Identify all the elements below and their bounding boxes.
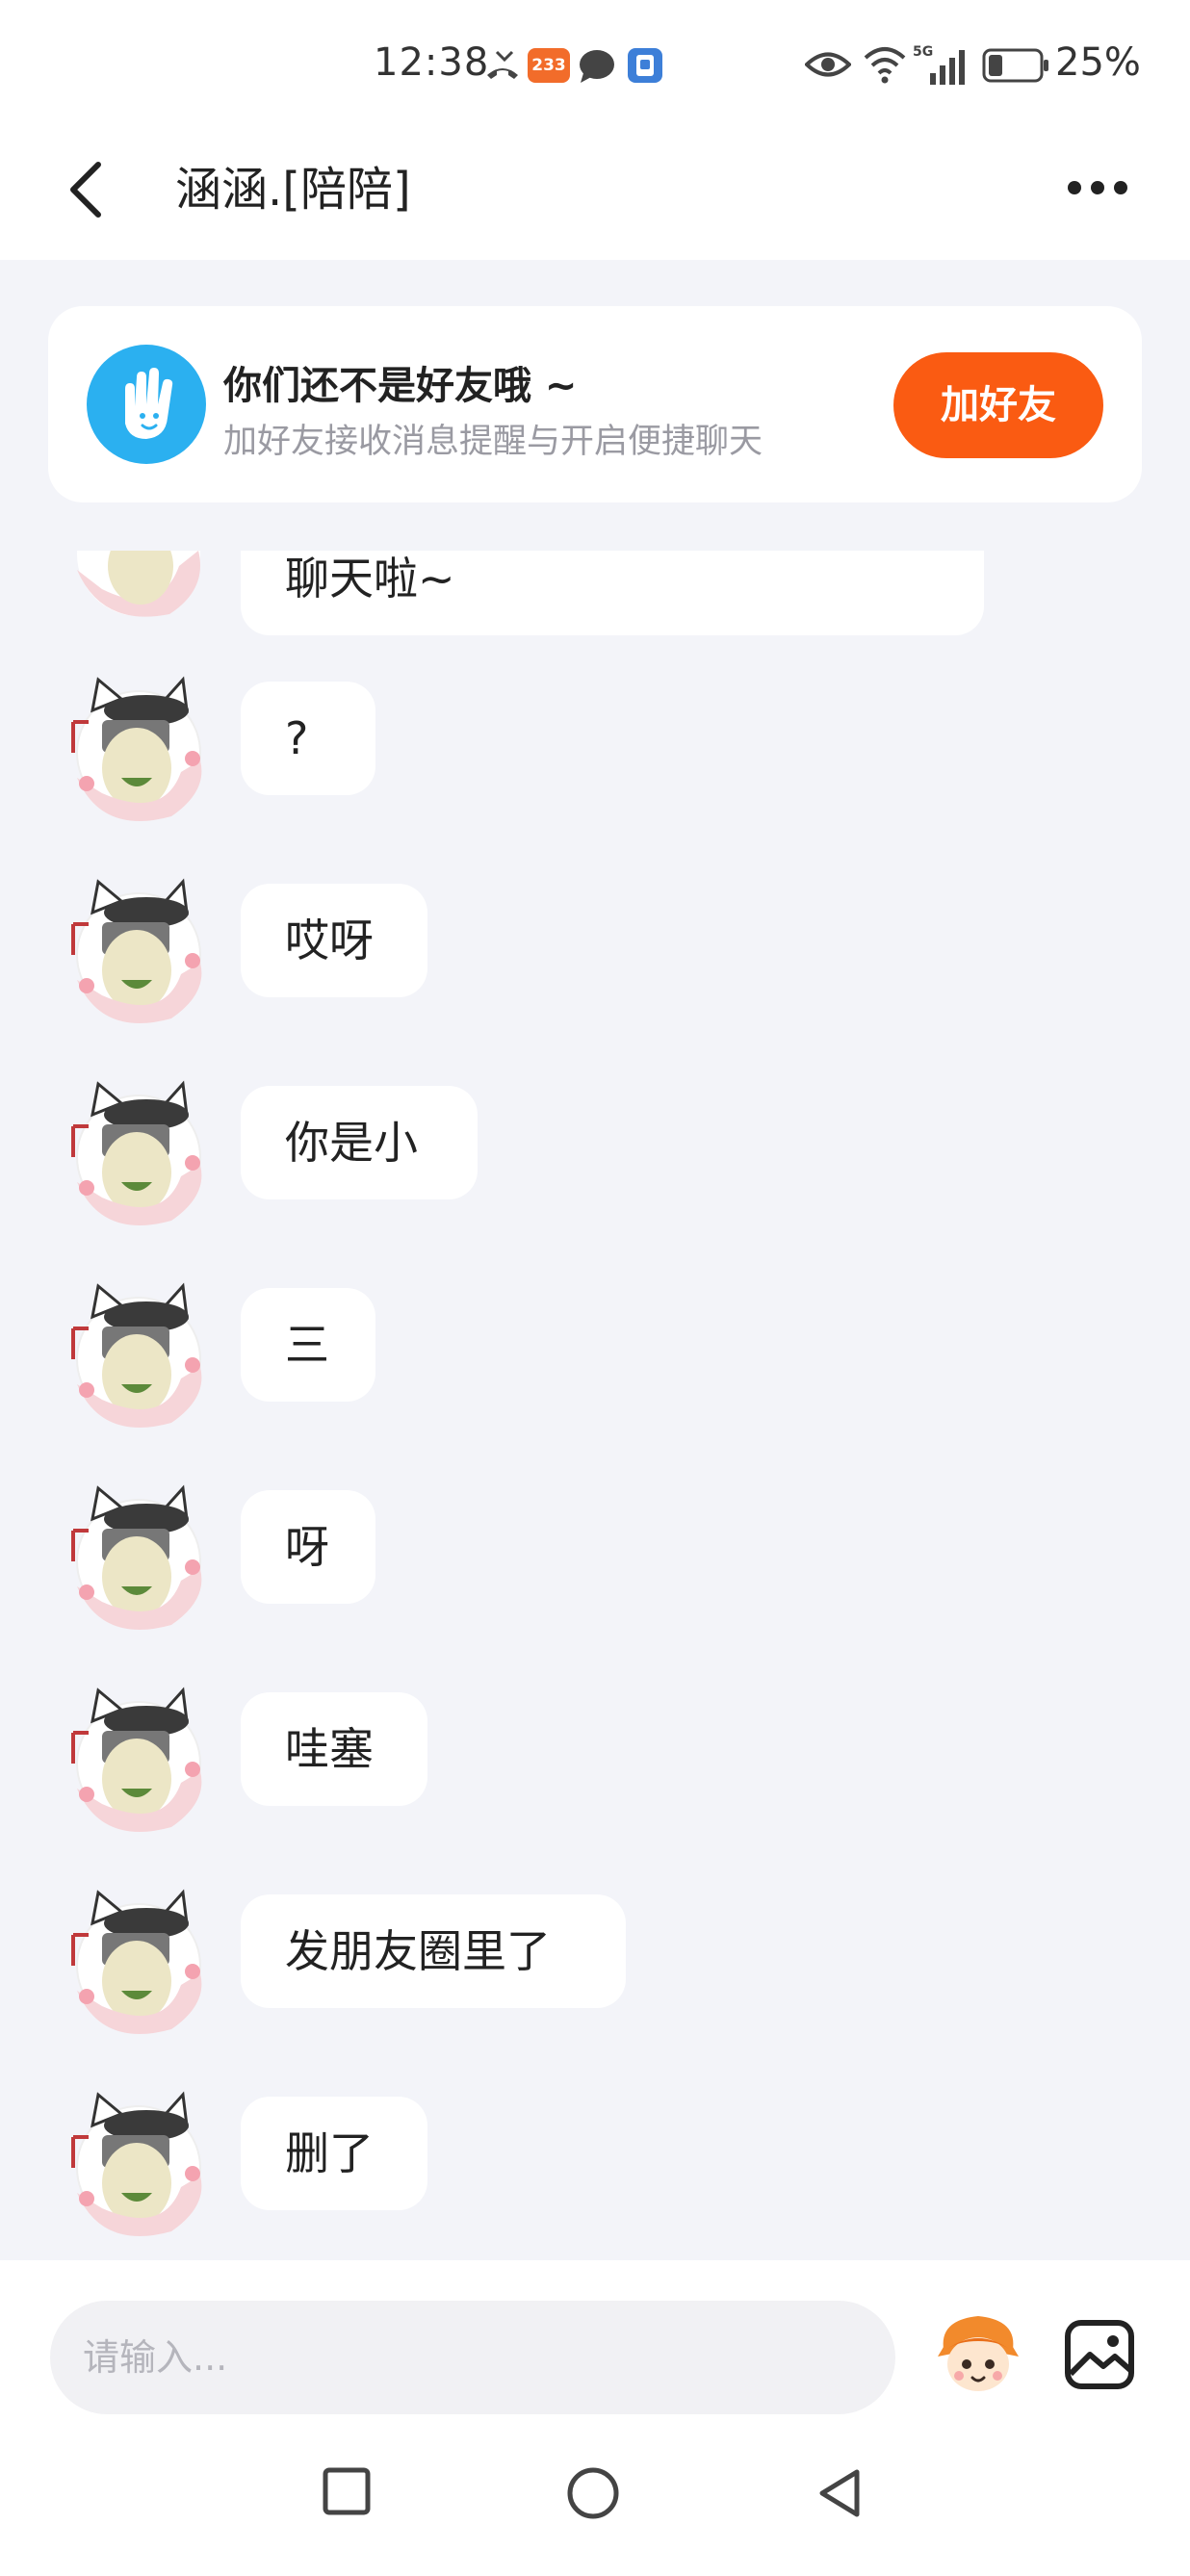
back-triangle-icon[interactable] bbox=[815, 2466, 865, 2520]
status-time: 12:38 bbox=[374, 40, 490, 85]
battery-percentage: 25% bbox=[1055, 40, 1141, 85]
message-bubble[interactable]: 删了 bbox=[241, 2097, 427, 2210]
more-dots-icon[interactable] bbox=[1059, 161, 1136, 215]
avatar[interactable] bbox=[64, 2087, 210, 2241]
chat-header: 涵涵.[陪陪] bbox=[0, 130, 1190, 260]
image-icon[interactable] bbox=[1063, 2318, 1136, 2391]
message-bubble[interactable]: ? bbox=[241, 682, 375, 795]
app-icon bbox=[628, 48, 662, 83]
message-bubble[interactable]: 呀 bbox=[241, 1490, 375, 1604]
app-badge-icon: 233 bbox=[528, 48, 570, 83]
recent-apps-icon[interactable] bbox=[322, 2466, 372, 2516]
avatar[interactable] bbox=[64, 1481, 210, 1635]
message-bubble[interactable]: 哎呀 bbox=[241, 884, 427, 997]
message-bubble[interactable]: 你是小 bbox=[241, 1086, 478, 1199]
message-list[interactable]: 聊天啦~ ? 哎呀 你是小 三 呀 哇塞 发朋友圈里了 删了 bbox=[0, 551, 1190, 2260]
missed-call-icon bbox=[487, 50, 518, 79]
add-friend-card: 你们还不是好友哦 ~ 加好友接收消息提醒与开启便捷聊天 加好友 bbox=[48, 306, 1142, 502]
system-nav-bar bbox=[0, 2422, 1190, 2576]
message-input[interactable] bbox=[50, 2301, 895, 2414]
message-bubble[interactable]: 聊天啦~ bbox=[241, 551, 984, 635]
avatar[interactable] bbox=[64, 551, 210, 628]
message-input-bar bbox=[0, 2260, 1190, 2422]
chevron-left-icon[interactable] bbox=[60, 155, 114, 224]
avatar[interactable] bbox=[64, 1076, 210, 1230]
svg-text:5G: 5G bbox=[913, 44, 933, 60]
battery-icon bbox=[982, 48, 1048, 83]
add-friend-button[interactable]: 加好友 bbox=[893, 352, 1103, 458]
avatar[interactable] bbox=[64, 672, 210, 826]
wifi-icon bbox=[864, 47, 906, 84]
avatar[interactable] bbox=[64, 874, 210, 1028]
mascot-emoji-icon[interactable] bbox=[930, 2306, 1026, 2403]
message-bubble[interactable]: 三 bbox=[241, 1288, 375, 1402]
page-title: 涵涵.[陪陪] bbox=[175, 163, 411, 217]
signal-5g-icon: 5G bbox=[913, 44, 965, 85]
avatar[interactable] bbox=[64, 1278, 210, 1432]
hand-wave-icon bbox=[87, 345, 206, 464]
message-bubble[interactable]: 哇塞 bbox=[241, 1692, 427, 1806]
home-icon[interactable] bbox=[566, 2466, 620, 2520]
eye-icon bbox=[805, 52, 851, 77]
friend-card-subtitle: 加好友接收消息提醒与开启便捷聊天 bbox=[223, 423, 763, 461]
message-bubble[interactable]: 发朋友圈里了 bbox=[241, 1894, 626, 2008]
friend-card-title: 你们还不是好友哦 ~ bbox=[223, 364, 578, 408]
avatar[interactable] bbox=[64, 1885, 210, 2039]
status-bar: 12:38 233 5G 25% bbox=[0, 0, 1190, 130]
chat-screen: 12:38 233 5G 25% 涵涵.[陪陪] 你们还不是好友哦 ~ 加好友接… bbox=[0, 0, 1190, 2576]
message-icon bbox=[580, 50, 614, 83]
avatar[interactable] bbox=[64, 1683, 210, 1837]
